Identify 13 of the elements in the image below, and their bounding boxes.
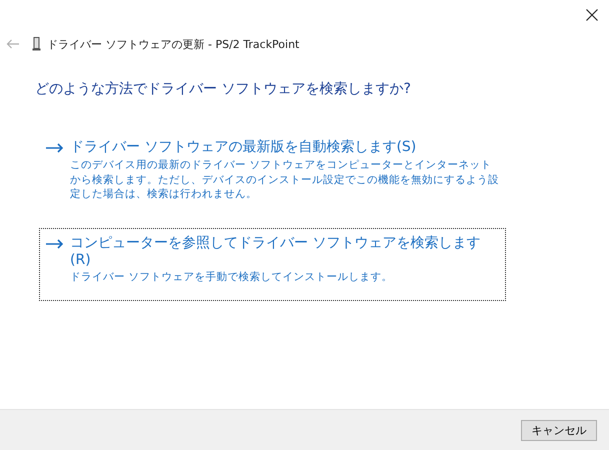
window-title: ドライバー ソフトウェアの更新 - PS/2 TrackPoint xyxy=(47,36,300,52)
option-link[interactable]: コンピューターを参照してドライバー ソフトウェアを検索します(R) ドライバー ソフトウェアを手動で検索してインストールします。 xyxy=(39,228,506,300)
option-description: ドライバー ソフトウェアを手動で検索してインストールします。 xyxy=(70,270,394,284)
cancel-button[interactable]: キャンセル xyxy=(521,420,597,440)
close-icon xyxy=(586,9,598,21)
option-link[interactable]: ドライバー ソフトウェアの最新版を自動検索します(S) このデバイス用の最新のドライバー ソフトウェアをコンピューターとインターネットから検索します。ただし、デバイスのインストール設定でこの機能を無効にするよう設定した場合は、検索は行われません。 xyxy=(39,132,506,208)
option-title: コンピューターを参照してドライバー ソフトウェアを検索します(R) xyxy=(70,234,482,268)
option-description: このデバイス用の最新のドライバー ソフトウェアをコンピューターとインターネットから検索します。ただし、デバイスのインストール設定でこの機能を無効にするよう設定した場合は、検索は行われません。 xyxy=(70,158,499,202)
arrow-icon xyxy=(46,238,64,248)
page-heading: どのような方法でドライバー ソフトウェアを検索しますか? xyxy=(35,80,412,98)
arrow-icon xyxy=(46,143,64,153)
option-title: ドライバー ソフトウェアの最新版を自動検索します(S) xyxy=(70,138,418,156)
device-icon xyxy=(32,37,41,51)
